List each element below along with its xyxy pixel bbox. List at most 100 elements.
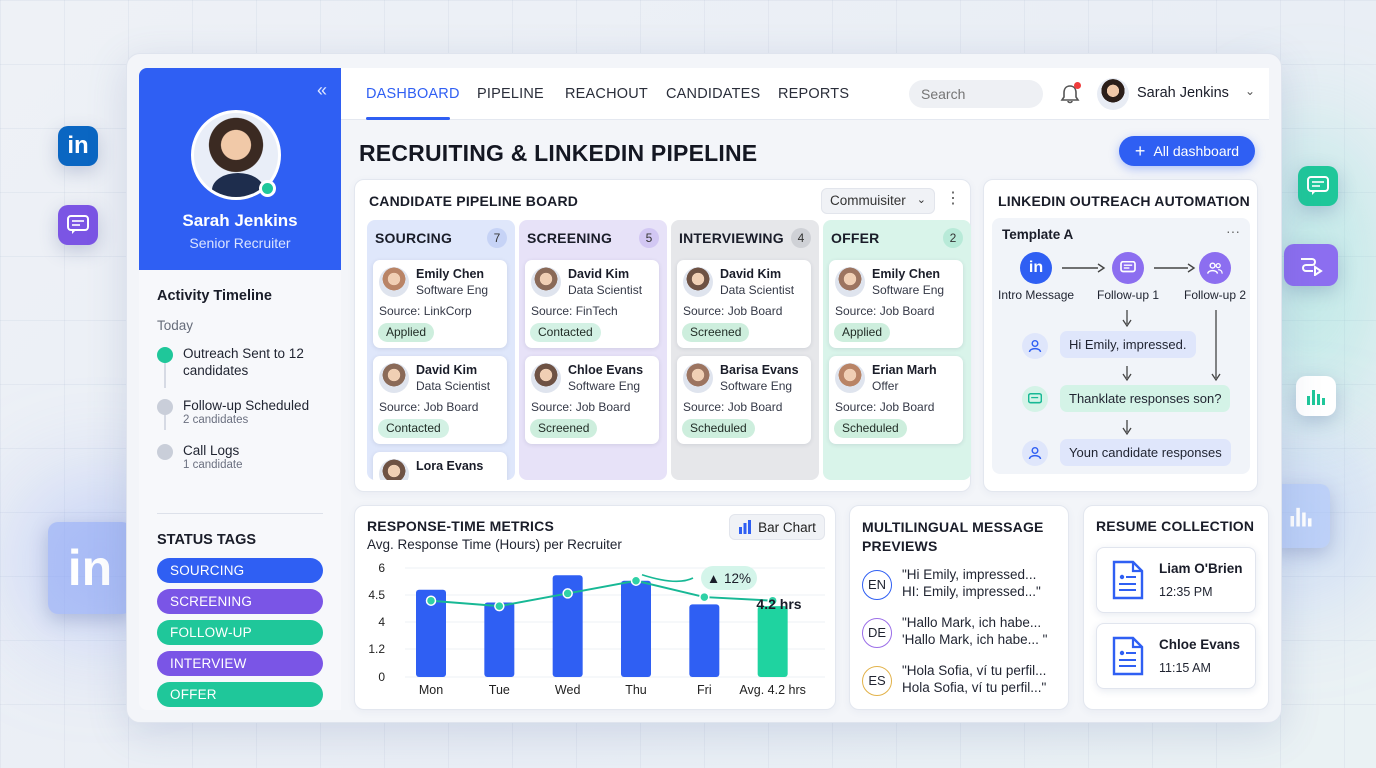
message-preview-text: "Hola Sofia, ví tu perfil... Hola Sofia,… xyxy=(902,662,1046,696)
tab-candidates[interactable]: CANDIDATES xyxy=(666,86,760,102)
all-dashboard-button[interactable]: + All dashboard xyxy=(1119,136,1255,166)
divider xyxy=(157,513,323,514)
candidate-source: Source: Job Board xyxy=(683,400,783,414)
status-tags-title: STATUS TAGS xyxy=(157,532,257,548)
status-tag-offer[interactable]: OFFER xyxy=(157,682,323,707)
online-status-dot xyxy=(259,180,276,197)
candidate-card[interactable]: Erian Marh Offer Source: Job Board Schedule… xyxy=(829,356,963,444)
linkedin-icon: in xyxy=(48,522,132,614)
message-bubble[interactable]: Youn candidate responses xyxy=(1060,439,1231,466)
response-time-chart: 6 4.5 4 1.2 0 Mon Tue Wed Thu Fri Avg. 4.2 hrs ▲ 12… xyxy=(368,561,825,697)
x-tick-label: Tue xyxy=(489,683,510,697)
candidate-card[interactable]: Chloe Evans Software Eng Source: Job Board… xyxy=(525,356,659,444)
x-tick-label: Thu xyxy=(625,683,647,697)
flow-step-label: Follow-up 2 xyxy=(1184,288,1247,302)
candidate-name: Erian Marh xyxy=(872,363,937,377)
page-title: RECRUITING & LINKEDIN PIPELINE xyxy=(359,140,758,166)
plus-icon: + xyxy=(1134,141,1146,161)
resume-timestamp: 11:15 AM xyxy=(1159,661,1211,675)
status-tag-sourcing[interactable]: SOURCING xyxy=(157,558,323,583)
timeline-dot xyxy=(157,444,173,460)
bar-chart-icon xyxy=(1296,376,1336,416)
candidate-card[interactable]: David Kim Data Scientist Source: FinTech Co… xyxy=(525,260,659,348)
candidate-status-badge: Screened xyxy=(682,323,750,342)
language-badge: ES xyxy=(862,666,892,696)
candidate-card[interactable]: Barisa Evans Software Eng Source: Job Boar… xyxy=(677,356,811,444)
status-tag-follow-up[interactable]: FOLLOW-UP xyxy=(157,620,323,645)
message-preview-line: Hola Sofia, ví tu perfil..." xyxy=(902,680,1047,695)
language-badge: DE xyxy=(862,618,892,648)
notification-dot xyxy=(1074,82,1081,89)
language-badge: EN xyxy=(862,570,892,600)
multilingual-title-line: MULTILINGUAL MESSAGE xyxy=(862,519,1044,535)
user-name[interactable]: Sarah Jenkins xyxy=(1137,85,1229,101)
flow-step-label: Intro Message xyxy=(998,288,1075,302)
multilingual-previews-card: MULTILINGUAL MESSAGE PREVIEWS EN "Hi Emi… xyxy=(849,505,1069,710)
timeline-item[interactable]: Call Logs 1 candidate xyxy=(157,442,327,471)
message-preview-line: 'Hallo Mark, ich habe... " xyxy=(902,632,1048,647)
user-avatar[interactable] xyxy=(1097,78,1129,110)
candidate-status-badge: Contacted xyxy=(378,419,449,438)
candidate-card[interactable]: Lora Evans xyxy=(373,452,507,480)
chart-bar xyxy=(757,606,788,677)
candidate-status-badge: Contacted xyxy=(530,323,601,342)
resume-candidate-name: Chloe Evans xyxy=(1159,637,1241,652)
board-filter-select[interactable]: Commuisiter ⌄ xyxy=(821,188,935,214)
message-preview-line: HI: Emily, impressed..." xyxy=(902,584,1041,599)
message-bubble[interactable]: Hi Emily, impressed. xyxy=(1060,331,1196,358)
resume-item[interactable]: Chloe Evans 11:15 AM xyxy=(1096,623,1256,689)
candidate-card[interactable]: Emily Chen Software Eng Source: LinkCorp Ap… xyxy=(373,260,507,348)
candidate-role: Software Eng xyxy=(872,283,945,297)
candidate-role: Software Eng xyxy=(720,379,793,393)
more-options-icon[interactable]: ⋮ xyxy=(945,188,961,208)
tab-reachout[interactable]: REACHOUT xyxy=(565,86,648,102)
tab-dashboard[interactable]: DASHBOARD xyxy=(366,86,460,102)
status-tag-interview[interactable]: INTERVIEW xyxy=(157,651,323,676)
candidate-role: Data Scientist xyxy=(416,379,491,393)
timeline-item-text: Outreach Sent to 12 candidates xyxy=(183,346,304,378)
chart-bar xyxy=(621,580,651,677)
candidate-status-badge: Scheduled xyxy=(682,419,755,438)
candidate-role: Software Eng xyxy=(416,283,489,297)
column-count-badge: 2 xyxy=(943,228,963,248)
candidate-card[interactable]: David Kim Data Scientist Source: Job Board… xyxy=(677,260,811,348)
candidate-name: Barisa Evans xyxy=(720,363,799,377)
multilingual-title: MULTILINGUAL MESSAGE PREVIEWS xyxy=(862,518,1044,556)
timeline-item[interactable]: Follow-up Scheduled 2 candidates xyxy=(157,397,327,426)
y-tick-label: 4.5 xyxy=(368,588,385,602)
pipeline-column-offer: OFFER 2 Emily Chen Software Eng Source: Job … xyxy=(823,220,971,480)
user-icon xyxy=(1022,333,1048,359)
timeline-item[interactable]: Outreach Sent to 12 candidates xyxy=(157,345,327,379)
status-tag-screening[interactable]: SCREENING xyxy=(157,589,323,614)
candidate-name: Lora Evans xyxy=(416,459,484,473)
candidate-status-badge: Screened xyxy=(530,419,598,438)
chat-icon xyxy=(1298,166,1338,206)
timeline-dot xyxy=(157,399,173,415)
column-title: SCREENING xyxy=(527,230,613,246)
flow-step-label: Follow-up 1 xyxy=(1097,288,1160,302)
search-input[interactable] xyxy=(909,80,1043,108)
profile-name: Sarah Jenkins xyxy=(182,211,298,230)
resume-item[interactable]: Liam O'Brien 12:35 PM xyxy=(1096,547,1256,613)
board-filter-value: Commuisiter xyxy=(830,193,906,208)
response-metrics-card: RESPONSE-TIME METRICS Avg. Response Time… xyxy=(354,505,836,710)
candidate-role: Data Scientist xyxy=(720,283,795,297)
message-preview-text: "Hi Emily, impressed... HI: Emily, impre… xyxy=(902,566,1041,600)
outreach-automation-card: LINKEDIN OUTREACH AUTOMATION Template A … xyxy=(983,179,1258,492)
workflow-icon xyxy=(1284,244,1338,286)
chevron-down-icon[interactable]: ⌄ xyxy=(1245,84,1255,98)
column-title: INTERVIEWING xyxy=(679,230,784,246)
candidate-source: Source: FinTech xyxy=(531,304,618,318)
resume-candidate-name: Liam O'Brien xyxy=(1159,561,1243,576)
message-bubble[interactable]: Thanklate responses son? xyxy=(1060,385,1231,412)
tab-pipeline[interactable]: PIPELINE xyxy=(477,86,544,102)
candidate-source: Source: Job Board xyxy=(835,304,935,318)
collapse-sidebar-icon[interactable]: « xyxy=(317,80,327,101)
timeline-item-subtext: 1 candidate xyxy=(183,459,243,471)
x-tick-label: Mon xyxy=(419,683,443,697)
candidate-card[interactable]: David Kim Data Scientist Source: Job Board… xyxy=(373,356,507,444)
candidate-avatar xyxy=(379,459,409,480)
message-preview-line: "Hallo Mark, ich habe... xyxy=(902,615,1042,630)
tab-reports[interactable]: REPORTS xyxy=(778,86,849,102)
candidate-card[interactable]: Emily Chen Software Eng Source: Job Board A… xyxy=(829,260,963,348)
